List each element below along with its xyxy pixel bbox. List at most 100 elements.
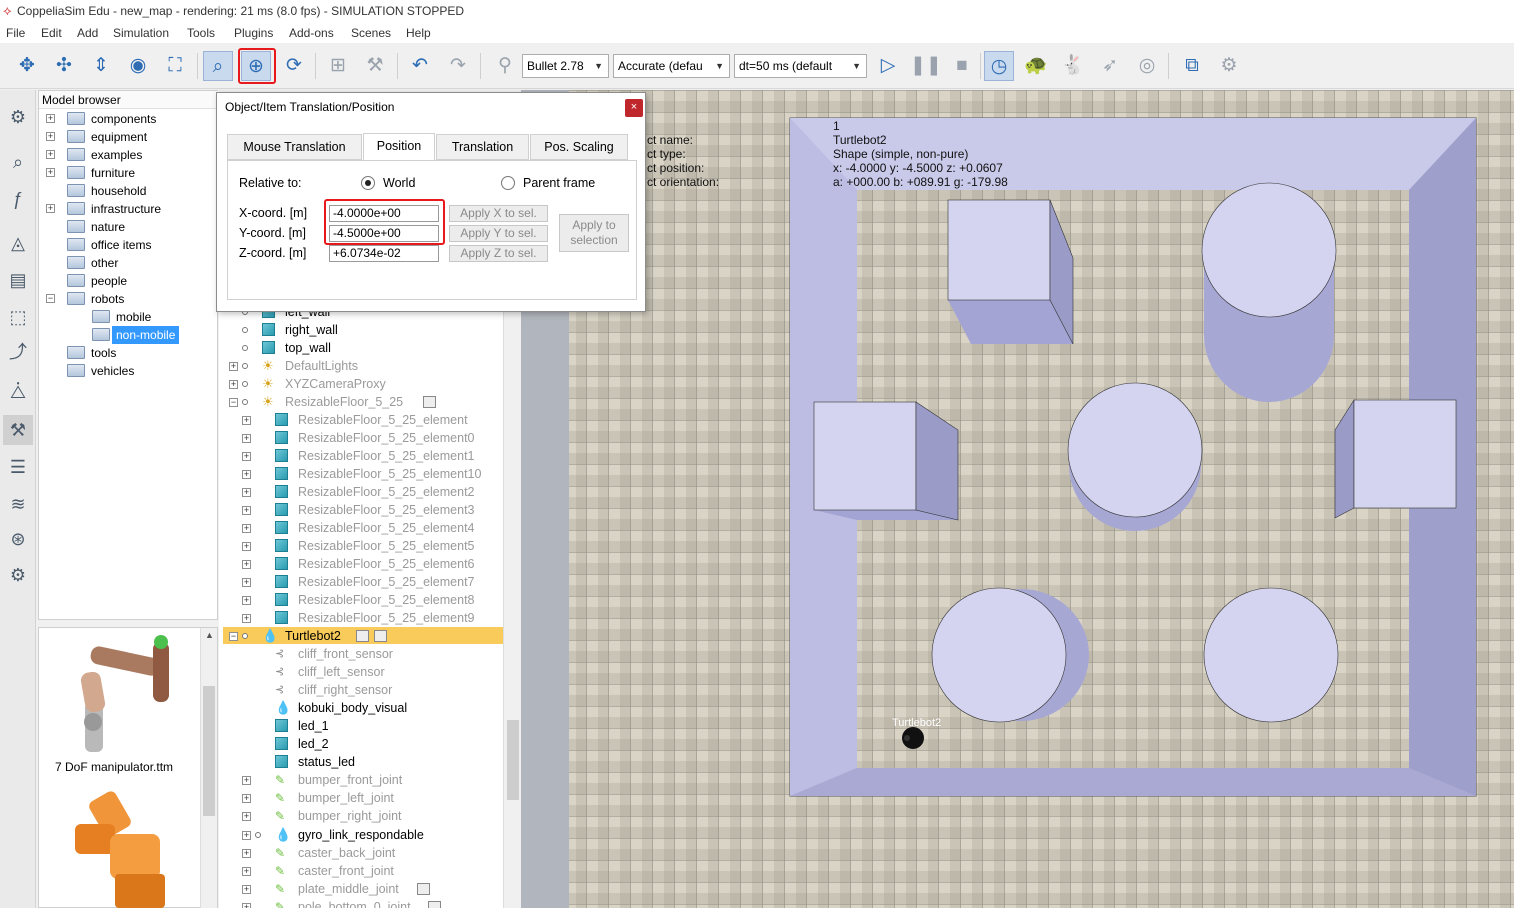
fit-to-view-icon[interactable]: ⛶ (160, 51, 190, 81)
tab-pos-scaling[interactable]: Pos. Scaling (530, 134, 628, 160)
scrollbar-thumb[interactable] (507, 720, 519, 800)
expand-toggle-icon[interactable]: + (46, 204, 55, 213)
menu-simulation[interactable]: Simulation (113, 26, 169, 40)
expand-toggle-icon[interactable]: − (46, 294, 55, 303)
model-folder-infrastructure[interactable]: + infrastructure (39, 200, 217, 218)
model-folder-office-items[interactable]: office items (39, 236, 217, 254)
slow-down-icon[interactable]: 🐢 (1021, 51, 1051, 81)
expand-toggle-icon[interactable]: + (242, 848, 251, 858)
realtime-icon[interactable]: ◷ (984, 51, 1014, 81)
scene-object-resizablefloor-5-25-element7[interactable]: + ResizableFloor_5_25_element7 (0, 573, 503, 591)
model-folder-nature[interactable]: nature (39, 218, 217, 236)
expand-toggle-icon[interactable]: + (242, 542, 251, 551)
scene-object-resizablefloor-5-25-element0[interactable]: + ResizableFloor_5_25_element0 (0, 429, 503, 447)
scene-object-bumper-front-joint[interactable]: + ✎ bumper_front_joint (0, 771, 503, 789)
menu-plugins[interactable]: Plugins (234, 26, 273, 40)
model-folder-equipment[interactable]: + equipment (39, 128, 217, 146)
scene-object-top-wall[interactable]: top_wall (0, 339, 503, 357)
expand-toggle-icon[interactable]: + (242, 470, 251, 479)
expand-toggle-icon[interactable]: + (46, 132, 55, 141)
scene-object-resizablefloor-5-25-element8[interactable]: + ResizableFloor_5_25_element8 (0, 591, 503, 609)
apply-x-button[interactable]: Apply X to sel. (449, 205, 548, 222)
apply-to-selection-button[interactable]: Apply to selection (559, 214, 629, 252)
calculation-modules-icon[interactable]: ⌕ (3, 147, 33, 177)
expand-toggle-icon[interactable]: + (242, 578, 251, 587)
expand-toggle-icon[interactable]: + (242, 596, 251, 605)
expand-toggle-icon[interactable]: + (229, 380, 238, 389)
scripts-icon[interactable]: ƒ (3, 184, 33, 214)
camera-rotate-icon[interactable]: ✣ (49, 51, 79, 81)
scene-object-resizablefloor-5-25-element3[interactable]: + ResizableFloor_5_25_element3 (0, 501, 503, 519)
menu-edit[interactable]: Edit (41, 26, 62, 40)
scene-object-turtlebot2[interactable]: − 💧 Turtlebot2 (0, 627, 503, 645)
script-icon[interactable] (423, 396, 436, 408)
expand-toggle-icon[interactable]: + (242, 560, 251, 569)
expand-toggle-icon[interactable]: + (242, 452, 251, 461)
z-coord-input[interactable]: +6.0734e-02 (329, 245, 439, 262)
visibility-dot-icon[interactable] (242, 363, 248, 369)
scene-object-caster-front-joint[interactable]: + ✎ caster_front_joint (0, 862, 503, 880)
undo-icon[interactable]: ↶ (405, 51, 435, 81)
visibility-dot-icon[interactable] (242, 345, 248, 351)
expand-toggle-icon[interactable]: + (242, 776, 251, 785)
expand-toggle-icon[interactable]: + (242, 614, 251, 623)
scene-object-led-2[interactable]: led_2 (0, 735, 503, 753)
scene-object-resizablefloor-5-25-element10[interactable]: + ResizableFloor_5_25_element10 (0, 465, 503, 483)
script-icon[interactable] (417, 883, 430, 896)
visibility-dot-icon[interactable] (242, 633, 248, 639)
scene-object-xyzcameraproxy[interactable]: + ☀ XYZCameraProxy (0, 375, 503, 393)
close-icon[interactable]: × (625, 99, 643, 117)
scene-object-resizablefloor-5-25-element1[interactable]: + ResizableFloor_5_25_element1 (0, 447, 503, 465)
stop-icon[interactable]: ■ (947, 51, 977, 81)
redo-icon[interactable]: ↷ (443, 51, 473, 81)
expand-toggle-icon[interactable]: + (242, 434, 251, 443)
scene-object-caster-back-joint[interactable]: + ✎ caster_back_joint (0, 844, 503, 862)
scene-object-status-led[interactable]: status_led (0, 753, 503, 771)
model-folder-examples[interactable]: + examples (39, 146, 217, 164)
menu-add[interactable]: Add (77, 26, 98, 40)
scene-object-cliff-front-sensor[interactable]: ⊰ cliff_front_sensor (0, 645, 503, 663)
camera-shift-icon[interactable]: ⇕ (86, 51, 116, 81)
visibility-dot-icon[interactable] (242, 381, 248, 387)
model-folder-furniture[interactable]: + furniture (39, 164, 217, 182)
scene-object-gyro-link-respondable[interactable]: + 💧 gyro_link_respondable (0, 826, 503, 844)
expand-toggle-icon[interactable]: + (242, 488, 251, 497)
scene-object-bumper-left-joint[interactable]: + ✎ bumper_left_joint (0, 789, 503, 807)
visibility-dot-icon[interactable] (242, 327, 248, 333)
expand-toggle-icon[interactable]: − (229, 398, 238, 407)
scene-object-cliff-left-sensor[interactable]: ⊰ cliff_left_sensor (0, 663, 503, 681)
expand-toggle-icon[interactable]: + (242, 903, 251, 908)
scene-object-resizablefloor-5-25-element2[interactable]: + ResizableFloor_5_25_element2 (0, 483, 503, 501)
pause-icon[interactable]: ❚❚ (910, 51, 942, 81)
apply-y-button[interactable]: Apply Y to sel. (449, 225, 548, 242)
menu-help[interactable]: Help (406, 26, 431, 40)
expand-toggle-icon[interactable]: + (242, 416, 251, 425)
viewport-canvas[interactable] (521, 90, 1514, 908)
apply-z-button[interactable]: Apply Z to sel. (449, 245, 548, 262)
scene-object-resizablefloor-5-25-element[interactable]: + ResizableFloor_5_25_element (0, 411, 503, 429)
tab-mouse-translation[interactable]: Mouse Translation (227, 134, 362, 160)
expand-toggle-icon[interactable]: + (242, 524, 251, 533)
scene-object-resizablefloor-5-25-element4[interactable]: + ResizableFloor_5_25_element4 (0, 519, 503, 537)
scene-object-plate-middle-joint[interactable]: + ✎ plate_middle_joint (0, 880, 503, 898)
scene-object-cliff-right-sensor[interactable]: ⊰ cliff_right_sensor (0, 681, 503, 699)
model-folder-components[interactable]: + components (39, 110, 217, 128)
model-folder-people[interactable]: people (39, 272, 217, 290)
object-rotate-icon[interactable]: ⟳ (279, 51, 309, 81)
physics-engine-select[interactable]: Bullet 2.78 ▼ (522, 54, 609, 78)
customization-script-icon[interactable] (374, 630, 387, 642)
expand-toggle-icon[interactable]: + (46, 168, 55, 177)
scene-tree-scrollbar[interactable] (503, 300, 521, 908)
assemble-icon[interactable]: ⊞ (323, 51, 353, 81)
menu-tools[interactable]: Tools (187, 26, 215, 40)
tab-position[interactable]: Position (363, 133, 435, 161)
expand-toggle-icon[interactable]: + (242, 794, 251, 804)
scene-viewport[interactable]: ct name: ct type: ct position: ct orient… (521, 90, 1514, 908)
dynamics-toggle-icon[interactable]: ⚲ (490, 51, 520, 81)
world-radio[interactable] (361, 176, 375, 190)
tab-translation[interactable]: Translation (436, 134, 529, 160)
expand-toggle-icon[interactable]: + (229, 362, 238, 371)
scene-object-resizablefloor-5-25[interactable]: − ☀ ResizableFloor_5_25 (0, 393, 503, 411)
shape-edit-icon[interactable]: ◬ (3, 228, 33, 258)
expand-toggle-icon[interactable]: + (242, 885, 251, 895)
